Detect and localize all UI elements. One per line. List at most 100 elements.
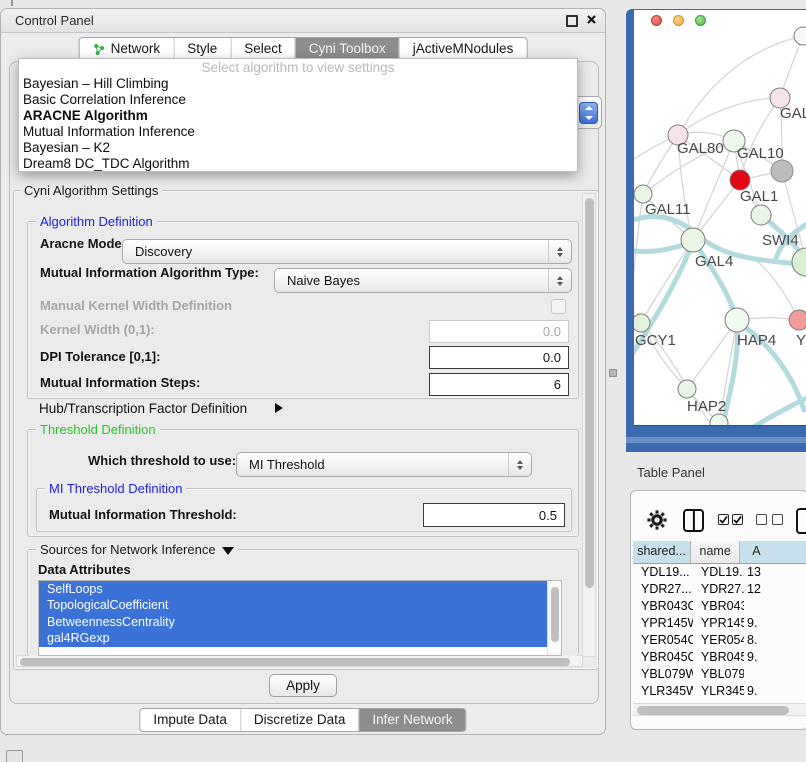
list-vertical-scrollbar[interactable] [547,581,561,655]
mi-steps-field[interactable]: 6 [429,373,569,396]
apply-button[interactable]: Apply [269,674,337,697]
sources-title[interactable]: Sources for Network Inference [36,542,238,557]
tab[interactable]: Network [80,38,174,60]
table-rows: YDL19... YDL19... 13 YDR27... YDR27... 1… [633,564,806,705]
tab[interactable]: Infer Network [358,709,465,731]
cell-value: 13 [744,564,806,581]
kernel-width-field[interactable]: 0.0 [429,320,569,343]
table-row[interactable]: YBR043C YBR043C [633,598,806,615]
column-header[interactable]: shared... [633,541,691,563]
attribute-item[interactable]: gal4RGexp [39,630,553,646]
node-label: GAL1 [740,188,778,205]
algorithm-option[interactable]: Dream8 DC_TDC Algorithm [19,156,577,172]
tab-label: Select [244,38,282,60]
cell-value: 8. [744,632,806,649]
mi-steps-value: 6 [554,377,561,392]
column-header[interactable]: name [691,541,740,563]
scrollbar-thumb[interactable] [637,706,789,715]
settings-horizontal-scrollbar[interactable] [16,655,583,667]
network-node-gal4[interactable] [681,228,705,252]
manual-kernel-label: Manual Kernel Width Definition [40,298,232,314]
window-edge-fragment [11,0,13,6]
which-threshold-select[interactable]: MI Threshold [236,452,532,477]
expand-arrow-icon[interactable] [275,403,283,413]
algorithm-option[interactable]: Basic Correlation Inference [19,92,577,108]
float-window-icon[interactable] [566,15,578,27]
cell-shared-name: YBR045C [633,649,693,666]
close-icon[interactable] [586,14,597,25]
table-row[interactable]: YBR045C YBR045C 9. [633,649,806,666]
network-node-hap2[interactable] [678,380,696,398]
scrollbar-thumb[interactable] [20,658,570,666]
combo-arrows-icon [579,102,598,124]
document-icon[interactable] [796,508,806,534]
attribute-items: SelfLoopsTopologicalCoefficientBetweenne… [39,581,561,647]
column-header[interactable]: A [740,541,806,563]
mi-threshold-field[interactable]: 0.5 [423,503,565,527]
data-attributes-label: Data Attributes [38,562,131,578]
algorithm-option[interactable]: Bayesian – Hill Climbing [19,76,577,92]
network-node-hap4[interactable] [725,308,749,332]
dpi-tolerance-field[interactable]: 0.0 [429,346,569,369]
node-label: GAL10 [737,145,784,162]
tab-label: Style [187,38,217,60]
table-panel-title: Table Panel [637,465,705,480]
network-icon [93,43,106,56]
split-columns-icon[interactable] [683,509,704,532]
network-node-gal1[interactable] [751,205,771,225]
hub-definition-label[interactable]: Hub/Transcription Factor Definition [39,401,247,417]
table-row[interactable]: YDL19... YDL19... 13 [633,564,806,581]
network-node-y[interactable] [789,310,806,330]
network-node[interactable] [792,248,806,276]
tab[interactable]: Cyni Toolbox [295,38,399,60]
settings-vertical-scrollbar[interactable] [582,193,596,657]
table-horizontal-scrollbar[interactable] [633,703,806,716]
network-node-gcy1[interactable] [634,314,650,332]
tab-label: Discretize Data [254,709,346,731]
table-row[interactable]: YBL079W YBL079W [633,666,806,683]
unchecked-checkbox-icon[interactable] [756,514,767,525]
unchecked-checkbox-icon[interactable] [772,514,783,525]
scrollbar-thumb[interactable] [585,198,594,588]
cell-shared-name: YDL19... [633,564,693,581]
attribute-item[interactable]: SelfLoops [39,581,553,597]
table-row[interactable]: YLR345W YLR345W 9. [633,683,806,700]
tab[interactable]: Style [173,38,230,60]
network-graph[interactable]: GALGAL80GAL10GAL11GAL1SWI4GAL4GCY1HAP4YH… [634,10,806,425]
network-node[interactable] [771,160,793,182]
mi-steps-label: Mutual Information Steps: [40,375,200,391]
algorithm-option[interactable]: ARACNE Algorithm [19,108,577,124]
settings-box-title: Cyni Algorithm Settings [20,183,162,198]
checked-checkbox-icon[interactable] [718,514,729,525]
tab[interactable]: Impute Data [140,709,240,731]
table-row[interactable]: YPR145W YPR145W 9. [633,615,806,632]
table-row[interactable]: YDR27... YDR27... 12 [633,581,806,598]
tab[interactable]: Discretize Data [240,709,359,731]
window-frame-strip [626,437,806,443]
network-node[interactable] [794,27,806,45]
cell-shared-name: YBR043C [633,598,693,615]
attribute-item[interactable]: BetweennessCentrality [39,614,553,630]
table-row[interactable]: YER054C YER054C 8. [633,632,806,649]
cell-value [744,598,806,615]
attribute-item[interactable]: TopologicalCoefficient [39,597,553,613]
algorithm-option[interactable]: Mutual Information Inference [19,124,577,140]
mi-algorithm-type-select[interactable]: Naive Bayes [274,268,572,293]
which-threshold-value: MI Threshold [237,457,508,472]
aracne-mode-select[interactable]: Discovery [122,239,572,264]
manual-kernel-checkbox[interactable] [551,299,566,314]
mi-threshold-label: Mutual Information Threshold: [49,507,237,523]
network-canvas[interactable]: GALGAL80GAL10GAL11GAL1SWI4GAL4GCY1HAP4YH… [634,10,806,425]
collapsed-panel-icon[interactable] [6,750,23,762]
scrollbar-thumb[interactable] [551,587,559,642]
splitter-grip[interactable] [609,369,617,377]
network-node[interactable] [730,170,750,190]
gear-icon[interactable] [647,510,667,530]
checked-checkbox-icon[interactable] [732,514,743,525]
tab[interactable]: Select [230,38,295,60]
algorithm-option[interactable]: Bayesian – K2 [19,140,577,156]
aracne-mode-value: Discovery [123,244,548,259]
tab[interactable]: jActiveMNodules [399,38,527,60]
mi-threshold-value: 0.5 [539,508,557,523]
algorithm-option-list: Bayesian – Hill ClimbingBasic Correlatio… [19,76,577,173]
